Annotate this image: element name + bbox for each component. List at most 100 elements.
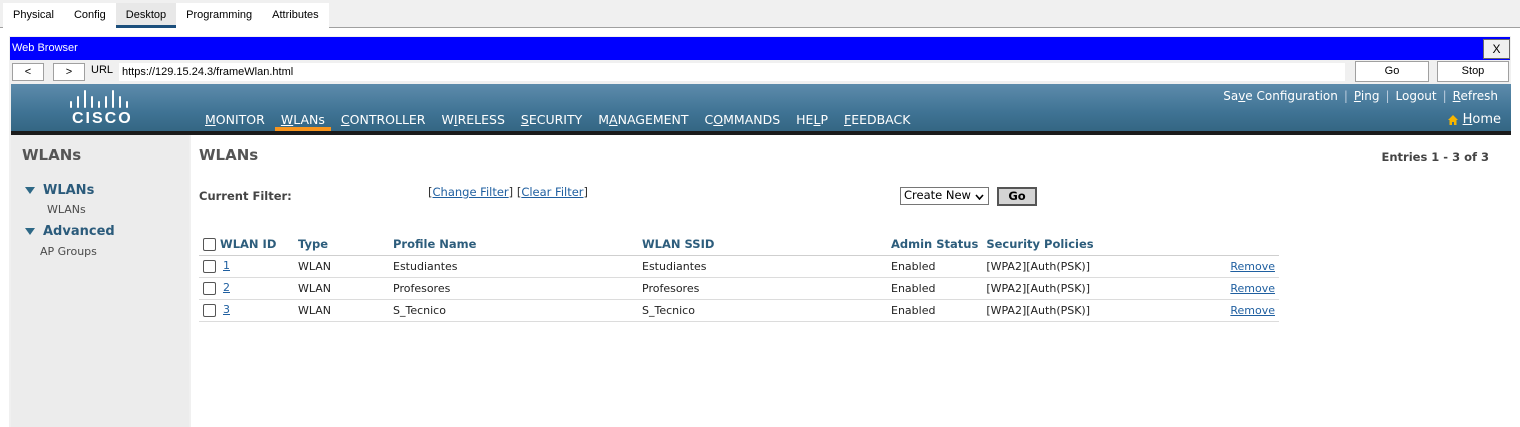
- stop-button[interactable]: Stop: [1437, 61, 1509, 82]
- col-type: Type: [294, 233, 389, 256]
- web-browser-window: Web Browser X < > URL https://129.15.24.…: [9, 36, 1511, 427]
- forward-button[interactable]: >: [53, 63, 85, 81]
- col-security-policies: Security Policies: [982, 233, 1227, 256]
- go-button[interactable]: Go: [1355, 61, 1429, 82]
- create-new-select-value: Create New: [904, 188, 971, 202]
- url-label: URL: [91, 64, 114, 76]
- menu-management[interactable]: MANAGEMENT: [592, 111, 694, 131]
- logout-link[interactable]: Logout: [1391, 89, 1442, 103]
- type-cell: WLAN: [294, 277, 389, 300]
- menu-security[interactable]: SECURITY: [515, 111, 588, 131]
- url-input[interactable]: https://129.15.24.3/frameWlan.html: [119, 63, 1345, 81]
- sidebar: WLANs WLANs WLANs Advanced AP Groups: [11, 135, 189, 427]
- back-button[interactable]: <: [12, 63, 44, 81]
- wlan-id-cell: 3: [199, 299, 294, 322]
- tab-attributes[interactable]: Attributes: [262, 3, 328, 28]
- table-row: 2 WLAN Profesores Profesores Enabled [WPA2][A…: [199, 277, 1279, 300]
- entries-count: Entries 1 - 3 of 3: [1381, 150, 1490, 164]
- close-button[interactable]: X: [1483, 39, 1510, 59]
- sidebar-title: WLANs: [22, 146, 82, 164]
- select-all-checkbox[interactable]: [203, 237, 216, 251]
- type-cell: WLAN: [294, 299, 389, 322]
- home-icon: [1447, 114, 1458, 125]
- create-new-select[interactable]: Create New: [900, 187, 989, 205]
- col-profile-name: Profile Name: [389, 233, 638, 256]
- security-policies-cell: [WPA2][Auth(PSK)]: [982, 299, 1227, 322]
- sidebar-item-wlans[interactable]: WLANs: [47, 203, 86, 216]
- action-cell: Remove: [1226, 277, 1279, 300]
- refresh-link[interactable]: Refresh: [1448, 89, 1503, 103]
- expand-triangle-icon: [25, 187, 35, 194]
- wlan-id-link[interactable]: 2: [223, 281, 230, 294]
- filter-links: [Change Filter] [Clear Filter]: [428, 185, 589, 199]
- remove-link[interactable]: Remove: [1230, 282, 1275, 295]
- menu-wireless[interactable]: WIRELESS: [436, 111, 511, 131]
- row-checkbox[interactable]: [203, 281, 216, 295]
- page-title: WLANs: [199, 146, 259, 164]
- cisco-logo-text: CISCO: [72, 110, 133, 127]
- row-checkbox[interactable]: [203, 303, 216, 317]
- table-row: 1 WLAN Estudiantes Estudiantes Enabled [WPA2]…: [199, 255, 1279, 278]
- window-titlebar: Web Browser X: [10, 37, 1510, 60]
- ping-link[interactable]: Ping: [1349, 89, 1385, 103]
- remove-link[interactable]: Remove: [1230, 260, 1275, 273]
- main-menu: MONITOR WLANs CONTROLLER WIRELESS SECURITY MA…: [199, 111, 920, 131]
- wlan-id-link[interactable]: 1: [223, 259, 230, 272]
- chevron-down-icon: [975, 194, 984, 200]
- menu-wlans[interactable]: WLANs: [274, 111, 331, 131]
- save-configuration-link[interactable]: Save Configuration: [1218, 89, 1343, 103]
- top-links: Save Configuration | Ping | Logout | Ref…: [1218, 89, 1503, 103]
- menu-controller[interactable]: CONTROLLER: [335, 111, 432, 131]
- tab-desktop[interactable]: Desktop: [115, 3, 177, 28]
- action-cell: Remove: [1226, 299, 1279, 322]
- col-label: WLAN ID: [220, 236, 277, 251]
- type-cell: WLAN: [294, 255, 389, 278]
- cisco-logo-icon: [70, 90, 128, 108]
- window-title: Web Browser: [12, 42, 78, 54]
- wlan-table: WLAN ID Type Profile Name WLAN SSID Admi…: [199, 233, 1279, 322]
- col-admin-status: Admin Status: [887, 233, 983, 256]
- sidebar-group-wlans[interactable]: WLANs: [25, 183, 94, 198]
- home-link[interactable]: Home: [1447, 112, 1501, 127]
- menu-commands[interactable]: COMMANDS: [699, 111, 787, 131]
- sidebar-group-label: WLANs: [43, 183, 95, 198]
- row-checkbox[interactable]: [203, 259, 216, 273]
- table-header-row: WLAN ID Type Profile Name WLAN SSID Admi…: [199, 233, 1279, 256]
- main-content: WLANs Entries 1 - 3 of 3 Current Filter:…: [191, 135, 1511, 427]
- tab-physical[interactable]: Physical: [3, 3, 64, 28]
- col-wlan-id: WLAN ID: [199, 233, 294, 256]
- menu-help[interactable]: HELP: [790, 111, 834, 131]
- table-row: 3 WLAN S_Tecnico S_Tecnico Enabled [WPA2][Aut…: [199, 299, 1279, 322]
- clear-filter-link[interactable]: Clear Filter: [521, 185, 583, 199]
- wlan-id-link[interactable]: 3: [223, 303, 230, 316]
- wlan-id-cell: 2: [199, 277, 294, 300]
- admin-status-cell: Enabled: [887, 277, 983, 300]
- sidebar-item-ap-groups[interactable]: AP Groups: [40, 245, 97, 258]
- sidebar-group-label: Advanced: [43, 224, 115, 239]
- action-cell: Remove: [1226, 255, 1279, 278]
- home-label: Home: [1462, 112, 1501, 127]
- wlan-ssid-cell: Profesores: [638, 277, 887, 300]
- wlan-id-cell: 1: [199, 255, 294, 278]
- expand-triangle-icon: [25, 228, 35, 235]
- go-button[interactable]: Go: [997, 187, 1037, 206]
- col-wlan-ssid: WLAN SSID: [638, 233, 887, 256]
- admin-status-cell: Enabled: [887, 299, 983, 322]
- security-policies-cell: [WPA2][Auth(PSK)]: [982, 255, 1227, 278]
- profile-name-cell: Estudiantes: [389, 255, 638, 278]
- admin-status-cell: Enabled: [887, 255, 983, 278]
- pt-tab-bar: Physical Config Desktop Programming Attr…: [0, 0, 1520, 28]
- col-actions: [1226, 233, 1279, 256]
- menu-monitor[interactable]: MONITOR: [199, 111, 271, 131]
- security-policies-cell: [WPA2][Auth(PSK)]: [982, 277, 1227, 300]
- cisco-header: CISCO Save Configuration | Ping | Logout…: [11, 84, 1511, 131]
- change-filter-link[interactable]: Change Filter: [433, 185, 509, 199]
- remove-link[interactable]: Remove: [1230, 304, 1275, 317]
- wlan-ssid-cell: Estudiantes: [638, 255, 887, 278]
- tab-programming[interactable]: Programming: [176, 3, 262, 28]
- menu-feedback[interactable]: FEEDBACK: [838, 111, 916, 131]
- wlan-ssid-cell: S_Tecnico: [638, 299, 887, 322]
- url-bar: < > URL https://129.15.24.3/frameWlan.ht…: [9, 60, 1511, 84]
- tab-config[interactable]: Config: [64, 3, 116, 28]
- sidebar-group-advanced[interactable]: Advanced: [25, 224, 115, 239]
